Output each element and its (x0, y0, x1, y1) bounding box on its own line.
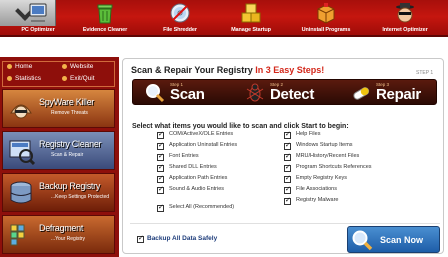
bullet-icon (7, 75, 12, 81)
sidebar-panel-spyware-killer[interactable]: SpyWare Killer Remove Threats (2, 89, 115, 128)
step-repair: Step 3 Repair (343, 80, 435, 106)
checkbox[interactable] (157, 130, 164, 139)
option-label: Help Files (296, 131, 321, 137)
option-label: Application Path Entries (169, 175, 228, 181)
step-name: Repair (376, 86, 421, 103)
scan-now-button[interactable]: Scan Now (347, 226, 440, 253)
toolbar-manage-startup[interactable]: Manage Startup (219, 0, 283, 37)
toolbar-internet-optimizer[interactable]: Internet Optimizer (373, 0, 437, 37)
checkbox[interactable] (284, 185, 291, 194)
option-label: Application Uninstall Entries (169, 142, 238, 148)
step-detect: Step 2 Detect (237, 80, 337, 106)
toolbar-uninstall-programs[interactable]: Uninstall Programs (294, 0, 358, 37)
checkbox[interactable] (157, 174, 164, 183)
checkbox[interactable] (284, 174, 291, 183)
checkbox[interactable] (157, 163, 164, 172)
package-icon (317, 3, 335, 24)
toolbar-evidence-cleaner[interactable]: Evidence Cleaner (73, 0, 137, 37)
option-label: MRU/History/Recent Files (296, 153, 360, 159)
toolbar-label: PC Optimizer (21, 27, 55, 33)
panel-subtitle: Scan & Repair (51, 152, 84, 158)
checkbox[interactable] (284, 130, 291, 139)
checkbox[interactable] (157, 203, 164, 212)
checkbox[interactable] (284, 152, 291, 161)
option-label: Program Shortcuts References (296, 164, 372, 170)
option-label: Registry Malware (296, 197, 339, 203)
option-label: Empty Registry Keys (296, 175, 348, 181)
title-highlight: In 3 Easy Steps! (255, 65, 325, 75)
sidebar-panel-defragment[interactable]: Defragment ...Your Registry (2, 215, 115, 254)
spy-face-icon (396, 3, 414, 23)
defrag-icon (10, 224, 25, 246)
panel-title: Defragment (39, 223, 84, 233)
sidebar-panel-backup-registry[interactable]: Backup Registry ...Keep Settings Protect… (2, 173, 115, 212)
nav-label: Website (70, 63, 94, 70)
trash-can-icon (97, 4, 113, 24)
nav-exit-link[interactable]: Exit/Quit (62, 75, 95, 82)
title-text: Scan & Repair Your Registry (131, 65, 253, 75)
bug-icon (246, 83, 264, 102)
panel-title: Backup Registry (39, 181, 101, 191)
step-indicator: STEP 1 (416, 70, 434, 76)
checkbox[interactable] (137, 234, 144, 243)
toolbar-label: Uninstall Programs (301, 27, 351, 33)
nav-label: Exit/Quit (70, 75, 95, 82)
checkbox[interactable] (157, 185, 164, 194)
scan-now-label: Scan Now (380, 235, 424, 245)
sidebar-panel-registry-cleaner[interactable]: Registry Cleaner Scan & Repair (2, 131, 115, 170)
steps-bar: Step 1 Scan Step 2 Detect Step 3 Repair (132, 79, 437, 105)
backup-label: Backup All Data Safely (147, 235, 218, 242)
option-label: Windows Startup Items (296, 142, 353, 148)
cd-disc-icon (170, 3, 190, 23)
step-scan: Step 1 Scan (137, 80, 232, 106)
toolbar-pc-optimizer[interactable]: PC Optimizer (6, 0, 70, 37)
divider (130, 223, 440, 224)
panel-subtitle: Remove Threats (51, 110, 88, 116)
spyware-icon (10, 104, 32, 119)
panel-subtitle: ...Your Registry (51, 236, 85, 242)
boxes-icon (241, 3, 261, 23)
option-label: COM/ActiveX/OLE Entries (169, 131, 234, 137)
checkbox[interactable] (284, 163, 291, 172)
bullet-icon (62, 75, 67, 81)
top-toolbar: PC Optimizer Evidence Cleaner File Shred… (0, 0, 448, 37)
step-name: Scan (170, 86, 205, 103)
checkbox[interactable] (157, 152, 164, 161)
option-label: Shared DLL Entries (169, 164, 217, 170)
pill-icon (353, 87, 370, 100)
computer-icon (29, 3, 47, 22)
toolbar-label: File Shredder (163, 27, 197, 33)
bullet-icon (7, 63, 12, 69)
panel-title: Registry Cleaner (39, 139, 102, 149)
option-label: File Associations (296, 186, 337, 192)
checkbox[interactable] (284, 196, 291, 205)
nav-home-link[interactable]: Home (7, 63, 32, 70)
scan-instruction: Select what items you would like to scan… (132, 123, 349, 130)
toolbar-label: Evidence Cleaner (82, 27, 128, 33)
toolbar-label: Internet Optimizer (382, 27, 428, 33)
option-label: Sound & Audio Entries (169, 186, 225, 192)
toolbar-label: Manage Startup (231, 27, 271, 33)
panel-title: SpyWare Killer (39, 97, 94, 107)
nav-statistics-link[interactable]: Statistics (7, 75, 41, 82)
nav-website-link[interactable]: Website (62, 63, 93, 70)
checkbox[interactable] (284, 141, 291, 150)
registry-icon (9, 140, 35, 165)
backup-icon (10, 181, 32, 204)
bullet-icon (62, 63, 67, 69)
magnifier-icon (352, 230, 373, 251)
nav-label: Statistics (15, 75, 42, 82)
magnifier-icon (146, 84, 165, 103)
page-title: Scan & Repair Your Registry In 3 Easy St… (131, 65, 324, 75)
panel-subtitle: ...Keep Settings Protected (51, 194, 110, 200)
checkbox[interactable] (157, 141, 164, 150)
option-label: Select All (Recommended) (169, 204, 235, 210)
nav-label: Home (15, 63, 33, 70)
step-name: Detect (270, 86, 315, 103)
toolbar-file-shredder[interactable]: File Shredder (148, 0, 212, 37)
option-label: Font Entries (169, 153, 199, 159)
